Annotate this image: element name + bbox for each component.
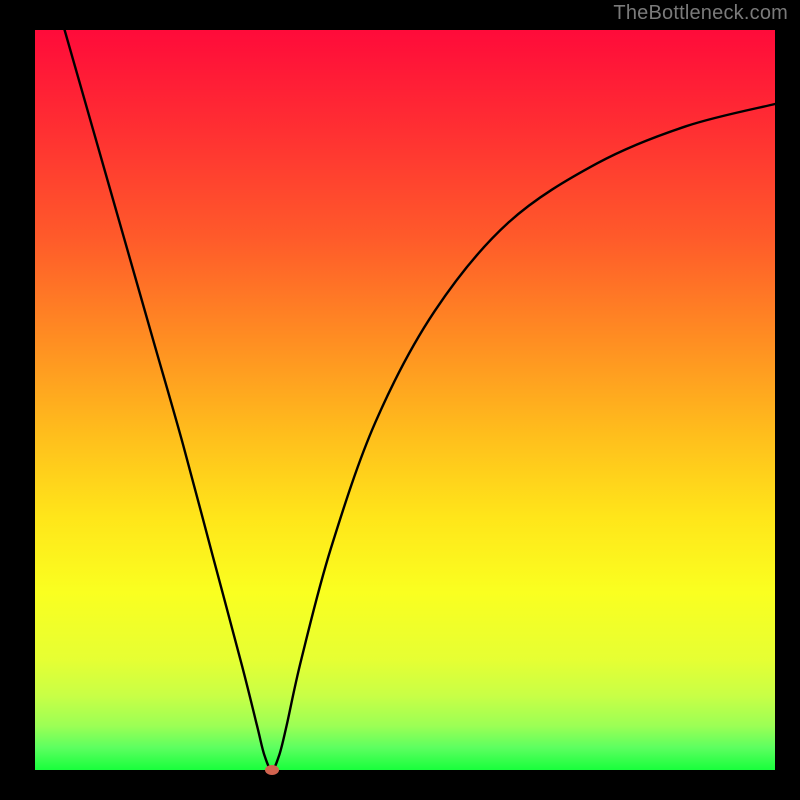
bottleneck-curve <box>65 30 775 770</box>
plot-area <box>35 30 775 770</box>
watermark-text: TheBottleneck.com <box>613 2 788 25</box>
curve-svg <box>35 30 775 770</box>
minimum-marker <box>265 765 279 775</box>
chart-frame: TheBottleneck.com <box>0 0 800 800</box>
